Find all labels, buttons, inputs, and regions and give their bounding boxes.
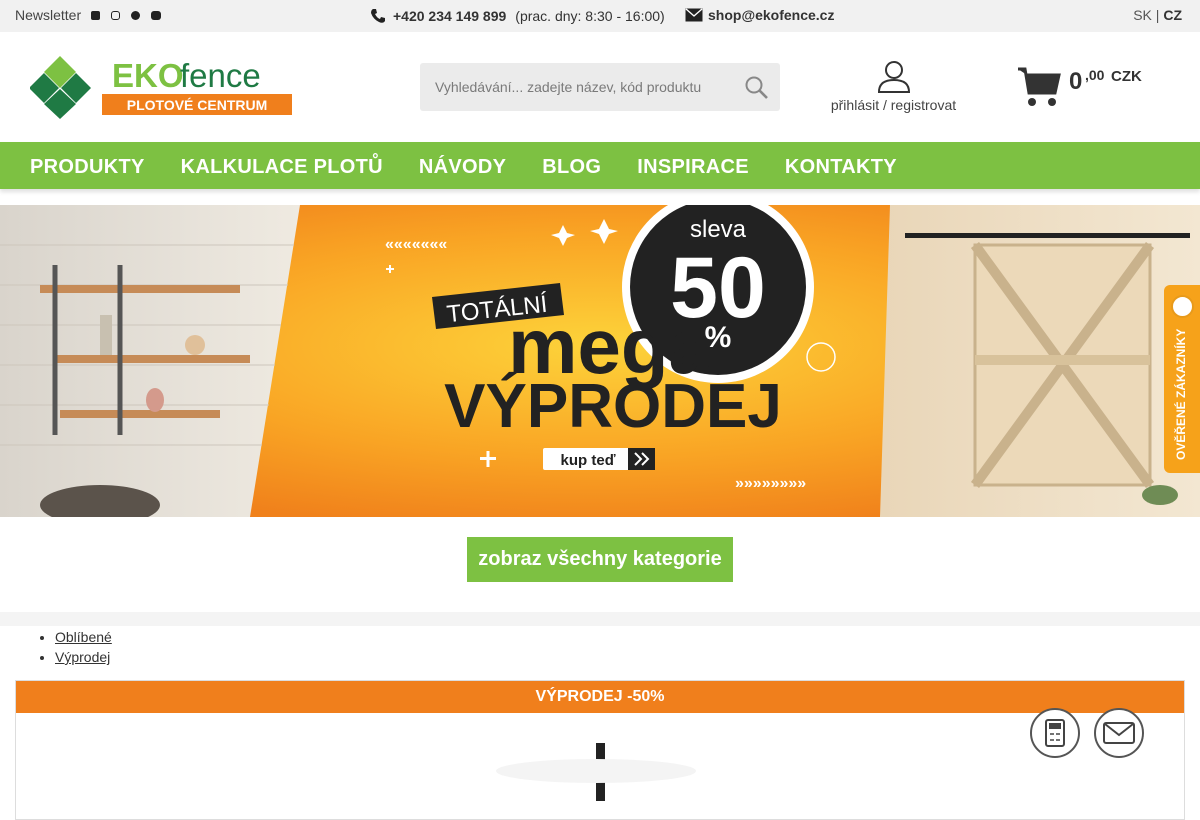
social-links xyxy=(91,11,161,20)
buy-now-button[interactable]: kup teď xyxy=(543,448,655,470)
youtube-icon[interactable] xyxy=(151,11,161,20)
mail-icon xyxy=(1103,722,1135,744)
lang-cz[interactable]: CZ xyxy=(1163,7,1182,23)
cta-label: kup teď xyxy=(561,452,616,469)
search-icon[interactable] xyxy=(744,75,770,101)
contact-email-button[interactable] xyxy=(1094,708,1144,758)
top-bar: Newsletter +420 234 149 899 (prac. dny: … xyxy=(0,0,1200,32)
list-item: Výprodej xyxy=(55,647,112,667)
user-icon xyxy=(877,61,910,93)
nav-item-kontakty[interactable]: KONTAKTY xyxy=(785,156,897,179)
vyprodej-text: VÝPRODEJ xyxy=(444,372,782,441)
facebook-icon[interactable] xyxy=(91,11,100,20)
cart-currency: CZK xyxy=(1111,68,1142,85)
logo-eko-text: EKO xyxy=(112,57,184,94)
verified-customers-tab[interactable]: OVĚŘENÉ ZÁKAZNÍKY xyxy=(1164,285,1200,473)
logo-diamond-icon xyxy=(30,56,91,119)
fence-calculator-button[interactable] xyxy=(1030,708,1080,758)
quick-links: Oblíbené Výprodej xyxy=(55,627,112,667)
login-register-label[interactable]: přihlásit / registrovat xyxy=(826,97,961,113)
phone-icon xyxy=(371,9,385,23)
show-all-categories-button[interactable]: zobraz všechny kategorie xyxy=(467,537,733,582)
section-divider xyxy=(0,612,1200,626)
site-header: EKO fence PLOTOVÉ CENTRUM přihlásit / re… xyxy=(0,32,1200,142)
account-link[interactable]: přihlásit / registrovat xyxy=(826,58,961,113)
phone-contact: +420 234 149 899 (prac. dny: 8:30 - 16:0… xyxy=(369,7,665,25)
promo-banner[interactable]: ««««««« »»»»»»»» sleva 50 % TOTÁLNÍ mega… xyxy=(0,205,1200,517)
instagram-icon[interactable] xyxy=(111,11,120,20)
sleva-label: sleva xyxy=(690,216,747,243)
cart-cents: ,00 xyxy=(1085,67,1105,83)
lang-separator: | xyxy=(1155,7,1160,23)
logo-fence-text: fence xyxy=(180,57,261,94)
main-navigation: PRODUKTY KALKULACE PLOTŮ NÁVODY BLOG INS… xyxy=(0,142,1200,189)
envelope-icon xyxy=(685,8,703,22)
logo-tagline: PLOTOVÉ CENTRUM xyxy=(127,97,268,113)
language-switcher: SK | CZ xyxy=(1133,7,1182,23)
cart-amount: 0 xyxy=(1069,68,1083,95)
link-oblibene[interactable]: Oblíbené xyxy=(55,629,112,645)
verified-customers-label: OVĚŘENÉ ZÁKAZNÍKY xyxy=(1174,328,1188,460)
nav-item-navody[interactable]: NÁVODY xyxy=(419,156,506,179)
opening-hours: (prac. dny: 8:30 - 16:00) xyxy=(515,8,665,24)
cart-widget[interactable]: 0 ,00 CZK xyxy=(1017,66,1157,112)
list-item: Oblíbené xyxy=(55,627,112,647)
pinterest-icon[interactable] xyxy=(131,11,140,20)
heureka-badge-icon xyxy=(1171,295,1194,318)
ekofence-logo[interactable]: EKO fence PLOTOVÉ CENTRUM xyxy=(30,56,295,120)
email-address[interactable]: shop@ekofence.cz xyxy=(708,7,834,23)
search-box xyxy=(420,63,780,111)
calculator-icon xyxy=(1045,719,1065,747)
sliding-door-scene-image xyxy=(880,205,1200,517)
nav-item-inspirace[interactable]: INSPIRACE xyxy=(637,156,749,179)
shelf-scene-image xyxy=(0,205,300,517)
nav-item-kalkulace-plotu[interactable]: KALKULACE PLOTŮ xyxy=(181,156,383,179)
sale-section: VÝPRODEJ -50% xyxy=(15,680,1185,820)
svg-text:»»»»»»»»: »»»»»»»» xyxy=(735,475,806,492)
search-input[interactable] xyxy=(420,63,730,111)
nav-item-blog[interactable]: BLOG xyxy=(542,156,601,179)
shopping-cart-icon xyxy=(1018,67,1061,106)
newsletter-link[interactable]: Newsletter xyxy=(15,7,81,23)
phone-number[interactable]: +420 234 149 899 xyxy=(393,8,506,24)
svg-text:«««««««: ««««««« xyxy=(385,236,447,253)
nav-item-produkty[interactable]: PRODUKTY xyxy=(30,156,145,179)
sale-section-header: VÝPRODEJ -50% xyxy=(16,681,1184,713)
product-image[interactable] xyxy=(486,731,706,801)
email-contact: shop@ekofence.cz xyxy=(685,7,834,23)
link-vyprodej[interactable]: Výprodej xyxy=(55,649,110,665)
lang-sk[interactable]: SK xyxy=(1133,7,1152,23)
